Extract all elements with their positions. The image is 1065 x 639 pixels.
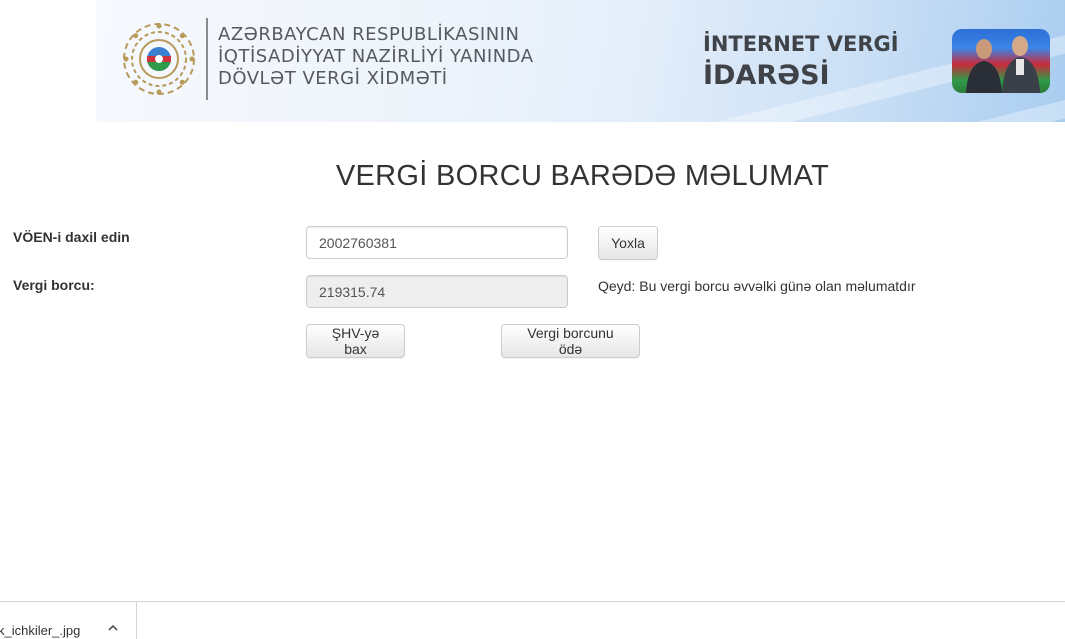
- ministry-line: DÖVLƏT VERGİ XİDMƏTİ: [218, 68, 448, 89]
- download-file-name: k_ichkiler_.jpg: [0, 623, 81, 638]
- pay-tax-debt-button[interactable]: Vergi borcunu ödə: [501, 324, 640, 358]
- view-shv-button[interactable]: ŞHV-yə bax: [306, 324, 405, 358]
- ministry-line: AZƏRBAYCAN RESPUBLİKASININ: [218, 24, 520, 45]
- download-item[interactable]: k_ichkiler_.jpg: [0, 602, 137, 639]
- header-banner: AZƏRBAYCAN RESPUBLİKASININ İQTİSADİYYAT …: [96, 0, 1065, 122]
- check-button[interactable]: Yoxla: [598, 226, 658, 260]
- tax-service-emblem-icon: [123, 23, 195, 95]
- ministry-name: AZƏRBAYCAN RESPUBLİKASININ İQTİSADİYYAT …: [218, 24, 534, 90]
- service-title: İNTERNET VERGİ İDARƏSİ: [703, 30, 899, 94]
- page-title: VERGİ BORCU BARƏDƏ MƏLUMAT: [335, 160, 830, 192]
- leaders-portrait-image: [952, 29, 1050, 93]
- tax-debt-label: Vergi borcu:: [13, 277, 95, 293]
- voen-input[interactable]: [306, 226, 568, 259]
- chevron-up-icon[interactable]: [106, 621, 120, 635]
- service-title-line2: İDARƏSİ: [703, 60, 830, 91]
- ministry-line: İQTİSADİYYAT NAZİRLİYİ YANINDA: [218, 46, 534, 67]
- download-bar: k_ichkiler_.jpg: [0, 601, 1065, 639]
- voen-label: VÖEN-i daxil edin: [13, 229, 130, 245]
- tax-debt-field: [306, 275, 568, 308]
- banner-divider: [206, 18, 208, 100]
- service-title-line1: İNTERNET VERGİ: [703, 32, 899, 56]
- debt-note: Qeyd: Bu vergi borcu əvvəlki günə olan m…: [598, 278, 916, 294]
- page: AZƏRBAYCAN RESPUBLİKASININ İQTİSADİYYAT …: [0, 0, 1065, 639]
